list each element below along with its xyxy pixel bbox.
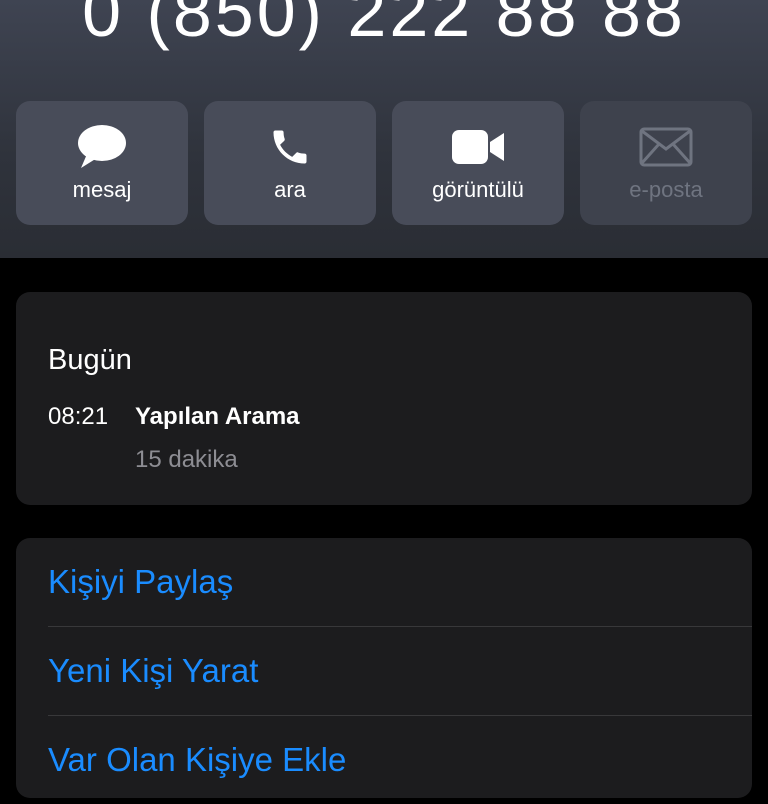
- contact-options-list: Kişiyi Paylaş Yeni Kişi Yarat Var Olan K…: [16, 538, 752, 798]
- video-camera-icon: [392, 125, 564, 169]
- call-time: 08:21: [48, 403, 109, 430]
- call-duration: 15 dakika: [135, 446, 238, 473]
- add-to-existing-contact-option[interactable]: Var Olan Kişiye Ekle: [48, 716, 752, 804]
- recent-calls-card: Bugün 08:21 Yapılan Arama 15 dakika: [16, 292, 752, 505]
- message-bubble-icon: [16, 125, 188, 169]
- video-call-button[interactable]: görüntülü: [392, 101, 564, 225]
- contact-header: 0 (850) 222 88 88 mesaj ara görüntülü e-…: [0, 0, 768, 258]
- call-button-label: ara: [274, 177, 306, 202]
- call-button[interactable]: ara: [204, 101, 376, 225]
- message-button-label: mesaj: [72, 177, 132, 202]
- create-new-contact-option[interactable]: Yeni Kişi Yarat: [48, 627, 752, 715]
- phone-icon: [204, 125, 376, 169]
- call-type: Yapılan Arama: [135, 403, 300, 430]
- message-button[interactable]: mesaj: [16, 101, 188, 225]
- envelope-icon: [580, 125, 752, 169]
- phone-number: 0 (850) 222 88 88: [82, 0, 686, 51]
- share-contact-option[interactable]: Kişiyi Paylaş: [48, 538, 752, 626]
- video-call-button-label: görüntülü: [432, 177, 524, 202]
- email-button[interactable]: e-posta: [580, 101, 752, 225]
- recent-calls-day: Bugün: [48, 344, 132, 376]
- email-button-label: e-posta: [629, 177, 703, 202]
- quick-actions-bar: mesaj ara görüntülü e-posta: [16, 101, 752, 225]
